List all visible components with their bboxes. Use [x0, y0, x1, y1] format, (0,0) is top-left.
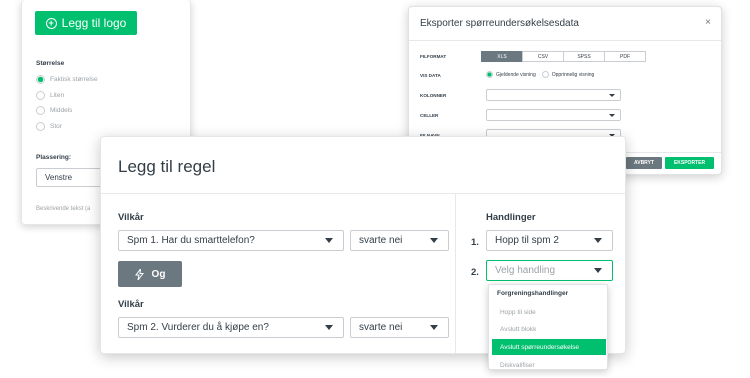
- alt-text-label: Beskrivende tekst (a: [36, 206, 91, 212]
- size-option-large[interactable]: Stor: [36, 122, 62, 131]
- and-button[interactable]: Og: [118, 261, 182, 287]
- radio[interactable]: [36, 106, 45, 115]
- size-option-small[interactable]: Liten: [36, 91, 64, 100]
- add-logo-button[interactable]: + Legg til logo: [35, 11, 137, 35]
- cancel-button[interactable]: AVBRYT: [626, 157, 662, 169]
- answer-2-select[interactable]: svarte nei: [350, 317, 449, 338]
- action-2-select[interactable]: Velg handling: [486, 260, 613, 281]
- close-icon[interactable]: ×: [705, 17, 711, 28]
- menu-item-end-survey[interactable]: Avslutt spørreundersøkelse: [492, 339, 606, 355]
- action-1-select[interactable]: Hopp til spm 2: [486, 230, 613, 251]
- menu-item-end-block[interactable]: Avslutt blokk: [492, 321, 606, 337]
- action-2-number: 2.: [471, 267, 479, 278]
- menu-item-disqualify[interactable]: Diskvalifiser: [492, 357, 606, 369]
- chevron-down-icon: [325, 238, 333, 243]
- condition-label-1: Vilkår: [118, 212, 144, 223]
- condition-label-2: Vilkår: [118, 299, 144, 310]
- view-current-label: Gjeldende visning: [496, 71, 536, 78]
- menu-group-label: Forgreningshandlinger: [497, 290, 569, 297]
- chevron-down-icon: [609, 113, 615, 117]
- and-label: Og: [151, 268, 166, 280]
- size-label: Størrelse: [36, 60, 65, 67]
- view-data-label: VIS DATA: [420, 73, 441, 78]
- radio-selected[interactable]: [36, 75, 45, 84]
- chevron-down-icon: [609, 93, 615, 97]
- action-dropdown-menu: Forgreningshandlinger Hopp til side Avsl…: [488, 284, 608, 370]
- chevron-down-icon: [325, 325, 333, 330]
- export-dialog-title: Eksporter spørreundersøkelsesdata: [420, 18, 579, 29]
- cells-select[interactable]: [486, 109, 621, 121]
- view-original-radio[interactable]: [541, 71, 549, 78]
- format-csv-button[interactable]: CSV: [522, 51, 564, 62]
- radio[interactable]: [36, 122, 45, 131]
- columns-select[interactable]: [486, 89, 621, 101]
- view-data-options: Gjeldende visning Opprinnelig visning: [486, 71, 594, 78]
- question-2-select[interactable]: Spm 2. Vurderer du å kjøpe en?: [118, 317, 344, 338]
- format-xls-button[interactable]: XLS: [481, 51, 523, 62]
- chevron-down-icon: [594, 268, 602, 273]
- answer-1-select[interactable]: svarte nei: [350, 230, 449, 251]
- size-option-actual[interactable]: Faktisk størrelse: [36, 75, 98, 84]
- file-format-group: XLS CSV SPSS PDF: [481, 51, 646, 62]
- view-original-label: Opprinnelig visning: [551, 71, 595, 78]
- lightning-icon: [134, 268, 144, 280]
- action-1-number: 1.: [471, 237, 479, 248]
- chevron-down-icon: [594, 238, 602, 243]
- format-pdf-button[interactable]: PDF: [604, 51, 646, 62]
- chevron-down-icon: [430, 325, 438, 330]
- question-1-select[interactable]: Spm 1. Har du smarttelefon?: [118, 230, 344, 251]
- size-option-medium[interactable]: Middels: [36, 106, 72, 115]
- placement-label: Plassering:: [36, 154, 72, 161]
- chevron-down-icon: [430, 238, 438, 243]
- menu-item-skip-to-page[interactable]: Hopp til side: [492, 304, 606, 320]
- divider: [101, 193, 625, 194]
- view-current-radio[interactable]: [486, 71, 493, 78]
- file-format-label: FILFORMAT: [420, 54, 447, 59]
- modal-title: Legg til regel: [118, 157, 216, 176]
- add-logo-label: Legg til logo: [61, 16, 127, 30]
- divider: [409, 40, 721, 41]
- plus-circle-icon: +: [45, 17, 57, 29]
- radio[interactable]: [36, 91, 45, 100]
- format-spss-button[interactable]: SPSS: [563, 51, 605, 62]
- cells-label: CELLER: [420, 113, 439, 118]
- column-divider: [455, 194, 456, 353]
- columns-label: KOLONNER: [420, 93, 447, 98]
- export-button[interactable]: EKSPORTER: [665, 157, 714, 169]
- actions-label: Handlinger: [486, 212, 536, 223]
